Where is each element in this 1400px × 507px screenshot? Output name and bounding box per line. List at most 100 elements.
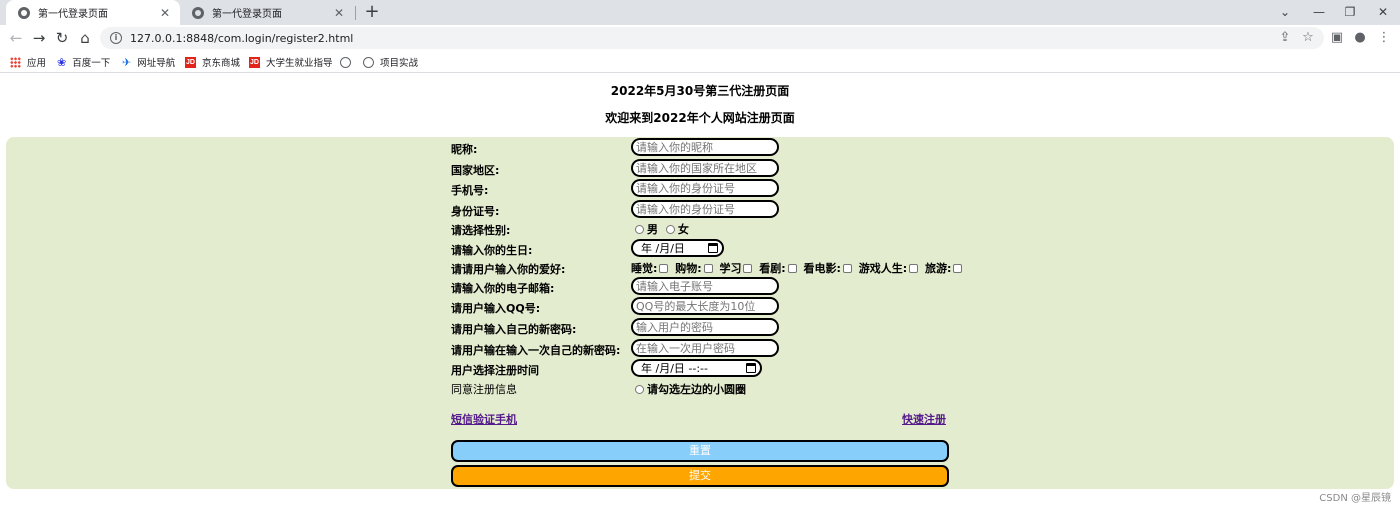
- register-time-value: 年 /月/日 --:--: [641, 362, 708, 375]
- hobby-study-checkbox[interactable]: [743, 263, 753, 273]
- agree-radio-label: 请勾选左边的小圆圈: [647, 383, 746, 396]
- nickname-label: 昵称:: [451, 143, 478, 156]
- restore-button[interactable]: ❐: [1333, 0, 1367, 25]
- reset-button[interactable]: 重置: [451, 440, 949, 462]
- site-info-icon[interactable]: i: [110, 32, 122, 44]
- qq-input[interactable]: [631, 297, 779, 315]
- bookmark-jd[interactable]: JD 京东商城: [185, 54, 240, 70]
- birthday-date-input[interactable]: 年 /月/日: [631, 239, 724, 257]
- bookmark-star-icon[interactable]: ☆: [1298, 28, 1318, 48]
- agree-option: 请勾选左边的小圆圈: [631, 381, 746, 397]
- globe-icon: [18, 6, 30, 19]
- back-arrow-icon[interactable]: ←: [6, 28, 26, 48]
- gender-male-label: 男: [647, 223, 658, 236]
- baidu-paw-icon: ❀: [57, 55, 67, 69]
- share-icon[interactable]: ⇪: [1275, 28, 1295, 48]
- home-icon[interactable]: ⌂: [75, 28, 95, 48]
- browser-toolbar: ← → ↻ ⌂ i 127.0.0.1:8848/com.login/regis…: [0, 25, 1400, 51]
- new-tab-button[interactable]: +: [362, 2, 382, 22]
- password-label: 请用户输入自己的新密码:: [451, 323, 577, 336]
- register-time-input[interactable]: 年 /月/日 --:--: [631, 359, 762, 377]
- globe-icon: [192, 6, 204, 19]
- hobby-movie-checkbox[interactable]: [842, 263, 852, 273]
- close-tab-icon[interactable]: ✕: [332, 6, 346, 20]
- bookmark-label: 京东商城: [202, 58, 241, 69]
- hobby-study-label: 学习: [719, 262, 742, 275]
- hobby-shopping-label: 购物:: [675, 262, 702, 275]
- password-input[interactable]: [631, 318, 779, 336]
- password-confirm-input[interactable]: [631, 339, 779, 357]
- bookmark-nav[interactable]: ✈ 网址导航: [122, 54, 175, 70]
- hobby-sleep-label: 睡觉:: [631, 262, 658, 275]
- minimize-button[interactable]: —: [1302, 0, 1336, 25]
- region-input[interactable]: [631, 159, 779, 177]
- browser-tab-active[interactable]: 第一代登录页面 ✕: [6, 0, 180, 25]
- close-window-button[interactable]: ✕: [1366, 0, 1400, 25]
- email-input[interactable]: [631, 277, 779, 295]
- menu-kebab-icon[interactable]: ⋮: [1374, 28, 1394, 48]
- hobby-game-checkbox[interactable]: [909, 263, 919, 273]
- register-time-label: 用户选择注册时间: [451, 364, 539, 377]
- close-tab-icon[interactable]: ✕: [158, 6, 172, 20]
- gender-female-radio[interactable]: [665, 224, 675, 234]
- bookmark-label: 大学生就业指导: [266, 58, 333, 69]
- page-subtitle: 欢迎来到2022年个人网站注册页面: [605, 111, 795, 125]
- nickname-input[interactable]: [631, 138, 779, 156]
- bookmark-project[interactable]: 项目实战: [363, 54, 418, 70]
- region-label: 国家地区:: [451, 164, 500, 177]
- email-label: 请输入你的电子邮箱:: [451, 282, 555, 295]
- id-card-input[interactable]: [631, 200, 779, 218]
- address-bar[interactable]: i 127.0.0.1:8848/com.login/register2.htm…: [100, 27, 1324, 49]
- sms-verify-link[interactable]: 短信验证手机: [451, 411, 517, 427]
- gender-male-radio[interactable]: [635, 224, 644, 234]
- bookmark-label: 项目实战: [380, 58, 419, 69]
- browser-tab[interactable]: 第一代登录页面 ✕: [180, 0, 354, 25]
- bookmarks-bar: 应用 ❀ 百度一下 ✈ 网址导航 JD 京东商城 JD 大学生就业指导 项目实战: [0, 51, 1400, 73]
- apps-grid-icon: [10, 56, 21, 68]
- qq-label: 请用户输入QQ号:: [451, 302, 541, 315]
- quick-register-link[interactable]: 快速注册: [902, 411, 946, 427]
- gender-options: 男 女: [631, 221, 689, 237]
- gender-label: 请选择性别:: [451, 224, 511, 237]
- hobby-drama-checkbox[interactable]: [787, 263, 797, 273]
- bookmark-label: 应用: [27, 58, 47, 69]
- tab-search-icon[interactable]: ⌄: [1268, 0, 1302, 25]
- bookmark-globe[interactable]: [340, 54, 357, 70]
- bookmark-apps[interactable]: 应用: [10, 54, 46, 70]
- forward-arrow-icon[interactable]: →: [29, 28, 49, 48]
- hobby-drama-label: 看剧:: [759, 262, 786, 275]
- bookmark-label: 网址导航: [137, 58, 176, 69]
- globe-icon: [363, 56, 374, 68]
- reload-icon[interactable]: ↻: [52, 28, 72, 48]
- birthday-value: 年 /月/日: [641, 242, 685, 255]
- hobby-sleep-checkbox[interactable]: [659, 263, 669, 273]
- globe-icon: [340, 56, 351, 68]
- id-card-label: 身份证号:: [451, 205, 500, 218]
- submit-button[interactable]: 提交: [451, 465, 949, 487]
- hobby-movie-label: 看电影:: [803, 262, 841, 275]
- hobbies-options: 睡觉: 购物: 学习 看剧: 看电影: 游戏人生: 旅游:: [631, 260, 965, 276]
- hobbies-label: 请请用户输入你的爱好:: [451, 263, 566, 276]
- phone-input[interactable]: [631, 179, 779, 197]
- calendar-icon[interactable]: [746, 363, 756, 373]
- nav-icon: ✈: [122, 55, 132, 69]
- profile-avatar-icon[interactable]: ●: [1350, 28, 1370, 48]
- url-text: 127.0.0.1:8848/com.login/register2.html: [130, 31, 354, 45]
- bookmark-career[interactable]: JD 大学生就业指导: [249, 54, 333, 70]
- bookmark-baidu[interactable]: ❀ 百度一下: [57, 54, 110, 70]
- hobby-shopping-checkbox[interactable]: [703, 263, 713, 273]
- tab-title: 第一代登录页面: [212, 9, 282, 20]
- calendar-icon[interactable]: [708, 243, 718, 253]
- hobby-travel-checkbox[interactable]: [953, 263, 963, 273]
- gender-female-label: 女: [677, 223, 689, 236]
- watermark-text: CSDN @星辰镜: [1319, 493, 1391, 504]
- side-panel-icon[interactable]: ▣: [1327, 28, 1347, 48]
- bookmark-label: 百度一下: [72, 58, 111, 69]
- tab-separator: [355, 6, 356, 20]
- birthday-label: 请输入你的生日:: [451, 244, 533, 257]
- tab-title: 第一代登录页面: [38, 9, 108, 20]
- agree-label: 同意注册信息: [451, 383, 517, 396]
- agree-radio[interactable]: [635, 384, 644, 394]
- phone-label: 手机号:: [451, 184, 489, 197]
- jd-icon: JD: [249, 56, 260, 68]
